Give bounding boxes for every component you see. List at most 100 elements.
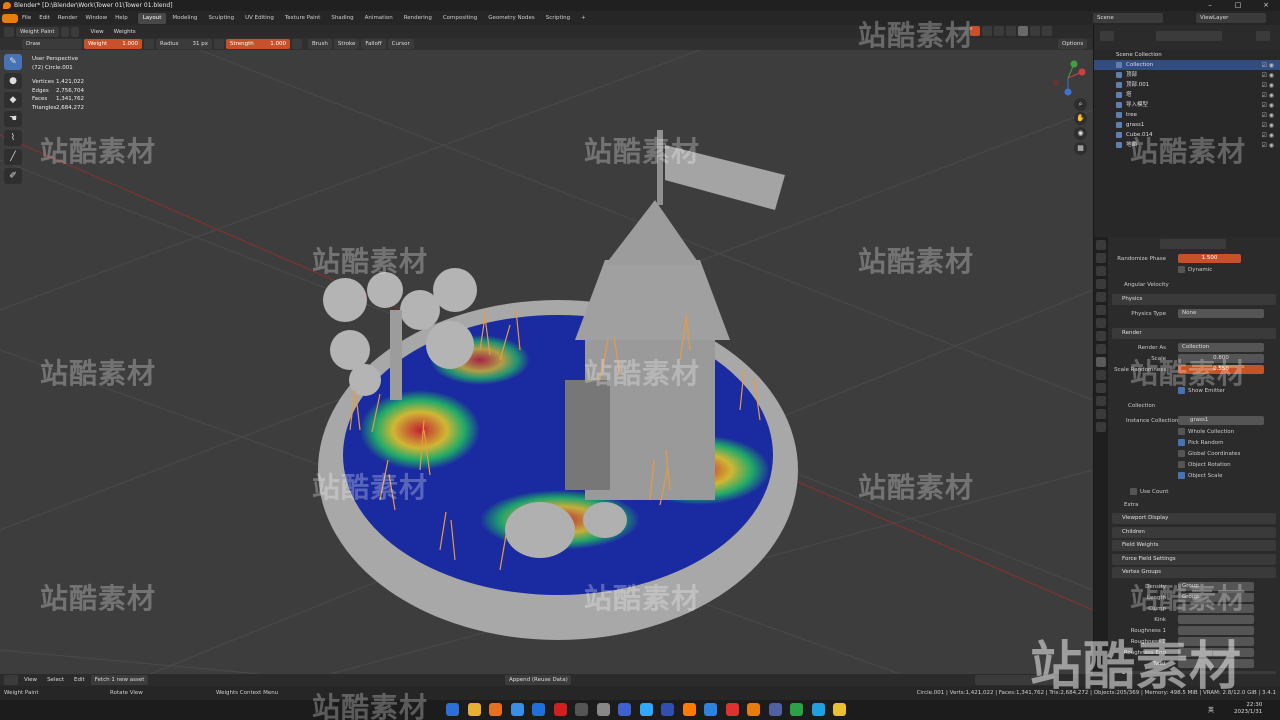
vertex-group-field[interactable]: Group xyxy=(1178,582,1254,591)
weight-field[interactable]: Weight 1.000 xyxy=(84,39,142,49)
vertex-group-field[interactable] xyxy=(1178,648,1254,657)
data-tab-icon[interactable] xyxy=(1096,396,1106,406)
menu-window[interactable]: Window xyxy=(81,11,111,25)
render-as-dropdown[interactable]: Collection xyxy=(1178,343,1264,352)
taskbar-app-icon[interactable] xyxy=(446,703,459,716)
scene-selector[interactable]: Scene xyxy=(1093,13,1163,23)
filter-icon[interactable] xyxy=(1256,31,1270,41)
workspace-tab[interactable]: Sculpting xyxy=(203,13,239,24)
material-shading-icon[interactable] xyxy=(1030,26,1040,36)
use-count-checkbox[interactable] xyxy=(1130,488,1137,495)
radius-pressure-icon[interactable] xyxy=(214,39,224,49)
menu-help[interactable]: Help xyxy=(111,11,132,25)
tool-tab-icon[interactable] xyxy=(1096,240,1106,250)
taskbar-app-icon[interactable] xyxy=(768,703,782,716)
solid-shading-icon[interactable] xyxy=(1018,26,1028,36)
xray-toggle-icon[interactable] xyxy=(994,26,1004,36)
instance-collection-field[interactable]: grass1 xyxy=(1178,416,1264,425)
gradient-tool-icon[interactable]: ╱ xyxy=(4,149,22,165)
extra-subpanel[interactable]: Extra xyxy=(1110,500,1278,510)
annotate-tool-icon[interactable]: ✐ xyxy=(4,168,22,184)
taskbar-app-icon[interactable] xyxy=(575,703,588,716)
pan-hand-icon[interactable]: ✋ xyxy=(1074,112,1087,125)
display-mode-icon[interactable] xyxy=(1100,31,1114,41)
render-panel[interactable]: Render xyxy=(1112,328,1276,339)
wireframe-shading-icon[interactable] xyxy=(1006,26,1016,36)
menu-edit[interactable]: Edit xyxy=(35,11,54,25)
particles-tab-icon[interactable] xyxy=(1096,357,1106,367)
append-mode-dropdown[interactable]: Append (Reuse Data) xyxy=(505,675,571,685)
zoom-icon[interactable]: ⌕ xyxy=(1074,98,1087,111)
view-menu[interactable]: View xyxy=(87,27,108,37)
vertex-group-field[interactable] xyxy=(1178,626,1254,635)
physics-panel[interactable]: Physics xyxy=(1112,294,1276,305)
edit-menu-bottom[interactable]: Edit xyxy=(70,675,89,685)
physics-tab-icon[interactable] xyxy=(1096,370,1106,380)
render-tab-icon[interactable] xyxy=(1096,253,1106,263)
taskbar-app-icon[interactable] xyxy=(596,703,610,716)
dynamic-checkbox[interactable] xyxy=(1178,266,1185,273)
menu-file[interactable]: File xyxy=(18,11,35,25)
show-emitter-checkbox[interactable] xyxy=(1178,387,1185,394)
maximize-icon[interactable]: □ xyxy=(1224,0,1252,11)
view-menu-bottom[interactable]: View xyxy=(20,675,41,685)
texture-tab-icon[interactable] xyxy=(1096,422,1106,432)
falloff-dropdown[interactable]: Falloff xyxy=(361,39,386,49)
outliner-row[interactable]: tree ☑ ◉ xyxy=(1094,110,1280,120)
collapsed-panel[interactable]: Field Weights xyxy=(1112,540,1276,551)
outliner-row[interactable]: 塔 ☑ ◉ xyxy=(1094,90,1280,100)
whole-collection-checkbox[interactable] xyxy=(1178,428,1185,435)
collapsed-panel[interactable]: Force Field Settings xyxy=(1112,553,1276,565)
brush-selector[interactable]: Draw xyxy=(22,39,82,49)
view-layer-tab-icon[interactable] xyxy=(1096,279,1106,289)
taskbar-app-icon[interactable] xyxy=(639,703,653,716)
editor-type-icon[interactable] xyxy=(4,26,14,37)
draw-tool-icon[interactable]: ✎ xyxy=(4,54,22,70)
outliner-row[interactable]: 顶部 ☑ ◉ xyxy=(1094,70,1280,80)
options-dropdown[interactable]: Options xyxy=(1058,39,1088,49)
taskbar-app-icon[interactable] xyxy=(661,703,674,716)
workspace-tab[interactable]: Scripting xyxy=(541,13,575,24)
workspace-tab[interactable]: Layout xyxy=(137,12,167,24)
viewlayer-selector[interactable]: ViewLayer xyxy=(1196,13,1266,23)
outliner-row[interactable]: 导入模型 ☑ ◉ xyxy=(1094,100,1280,110)
rendered-shading-icon[interactable] xyxy=(1042,26,1052,36)
scene-tab-icon[interactable] xyxy=(1096,292,1106,302)
strength-field[interactable]: Strength 1.000 xyxy=(226,39,290,49)
outliner-row[interactable]: Cube.014 ☑ ◉ xyxy=(1094,130,1280,140)
workspace-tab[interactable]: Compositing xyxy=(438,13,482,24)
asset-editor-icon[interactable] xyxy=(4,675,18,685)
workspace-tab[interactable]: Texture Paint xyxy=(280,13,326,24)
vertex-group-field[interactable] xyxy=(1178,637,1254,646)
sample-weight-tool-icon[interactable]: ⌇ xyxy=(4,130,22,146)
workspace-tab[interactable]: Rendering xyxy=(399,13,437,24)
vertex-group-field[interactable] xyxy=(1178,615,1254,624)
select-menu-bottom[interactable]: Select xyxy=(43,675,68,685)
mode-selector[interactable]: Weight Paint xyxy=(16,26,59,37)
angular-velocity-subpanel[interactable]: Angular Velocity xyxy=(1110,280,1278,290)
weight-sample-icon[interactable] xyxy=(144,39,154,49)
taskbar-app-icon[interactable] xyxy=(790,703,803,716)
vertex-select-icon[interactable] xyxy=(70,26,79,37)
navigation-gizmo[interactable] xyxy=(1048,58,1088,98)
material-tab-icon[interactable] xyxy=(1096,409,1106,419)
taskbar-app-icon[interactable] xyxy=(747,703,760,716)
3d-viewport[interactable] xyxy=(0,50,1093,674)
workspace-tab[interactable]: Animation xyxy=(360,13,398,24)
taskbar-app-icon[interactable] xyxy=(682,703,696,716)
collection-subpanel[interactable]: Collection xyxy=(1110,401,1278,411)
overlay-toggle-icon[interactable] xyxy=(982,26,992,36)
scale-randomness-field[interactable]: 0.550 xyxy=(1178,365,1264,374)
close-icon[interactable]: × xyxy=(1252,0,1280,11)
taskbar-app-icon[interactable] xyxy=(704,703,717,716)
brush-dropdown[interactable]: Brush xyxy=(308,39,332,49)
blender-menu-icon[interactable] xyxy=(2,13,18,23)
taskbar-app-icon[interactable] xyxy=(725,703,739,716)
vertex-group-field[interactable] xyxy=(1178,604,1254,613)
vertex-group-field[interactable]: Group xyxy=(1178,593,1254,602)
outliner-row[interactable]: Scene Collection xyxy=(1094,50,1280,60)
taskbar-app-icon[interactable] xyxy=(489,703,502,716)
view-object-types-icon[interactable] xyxy=(958,26,968,36)
properties-search-input[interactable] xyxy=(1160,239,1226,249)
taskbar-app-icon[interactable] xyxy=(553,703,567,716)
